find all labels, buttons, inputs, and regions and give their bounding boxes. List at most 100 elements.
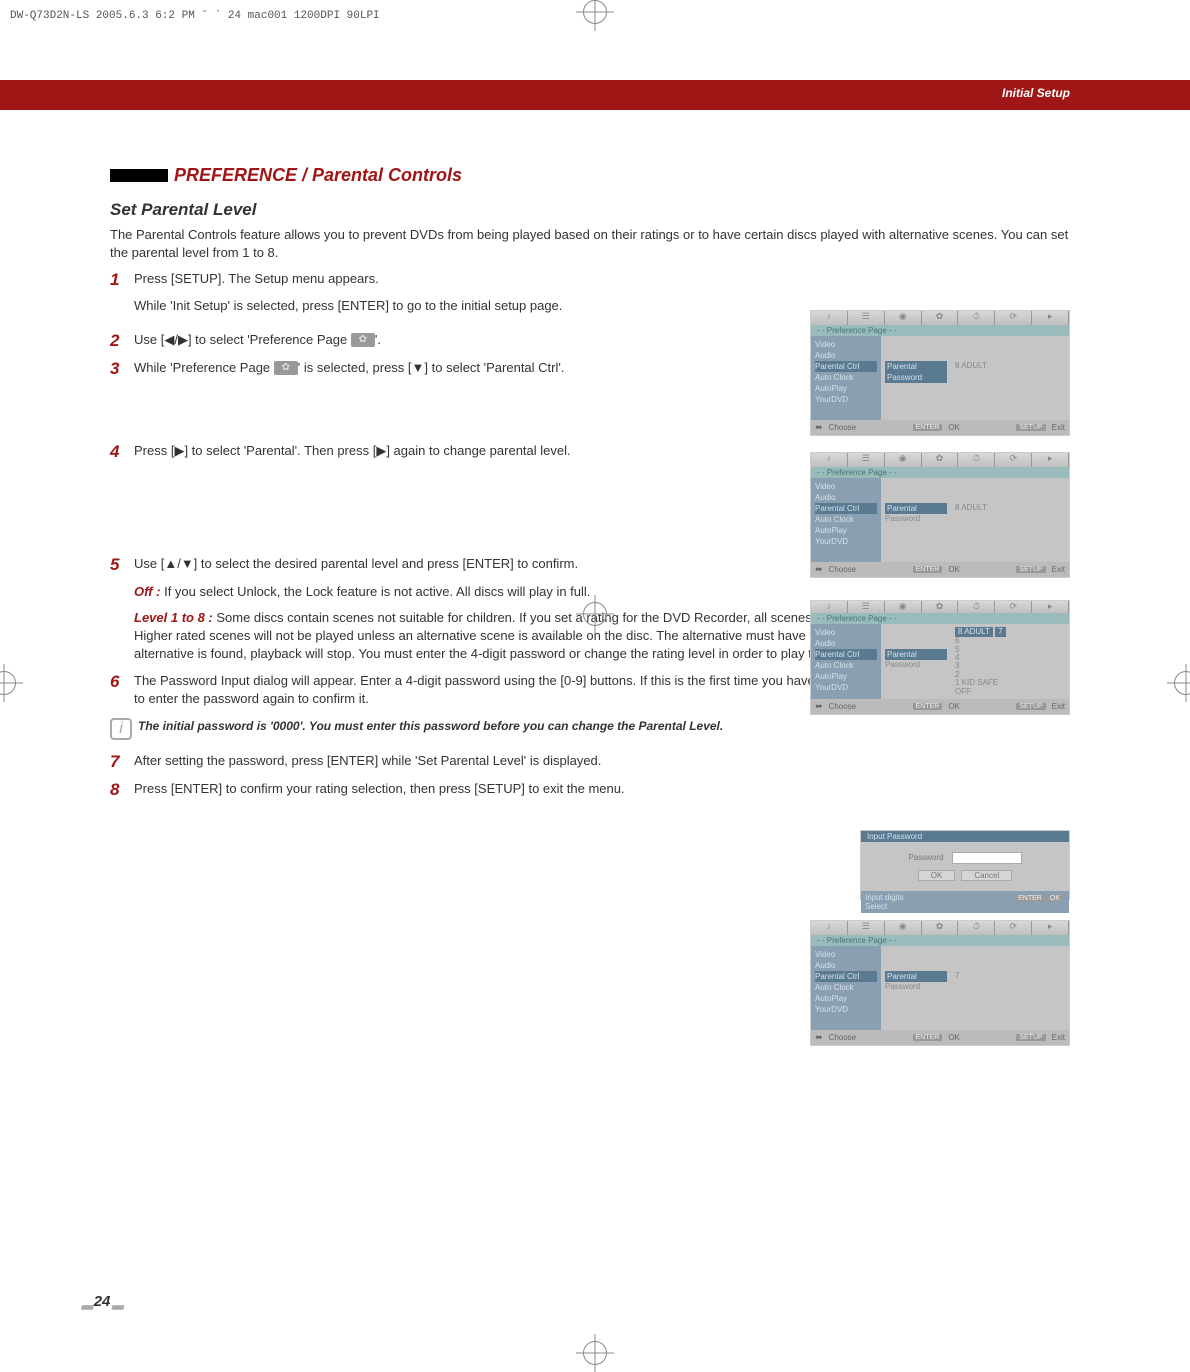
arrows-icon: ⬌ — [815, 1032, 823, 1043]
enter-key-icon: ENTER — [913, 566, 943, 573]
level-option: 4 — [955, 654, 1065, 662]
foot-ok: OK — [948, 565, 960, 574]
foot-choose: Choose — [829, 702, 857, 711]
setup-key-icon: SETUP — [1016, 703, 1045, 710]
side-item: Auto Clock — [815, 982, 877, 993]
step-7-text: After setting the password, press [ENTER… — [134, 752, 1070, 770]
crumb: - - Preference Page - - — [811, 467, 1069, 478]
note-text: The initial password is '0000'. You must… — [138, 718, 723, 734]
foot-ok: OK — [948, 1033, 960, 1042]
banner: Initial Setup — [0, 80, 1190, 110]
side-item: AutoPlay — [815, 671, 877, 682]
mid-item: Password — [885, 660, 947, 669]
step-8: 8 Press [ENTER] to confirm your rating s… — [110, 780, 1070, 800]
step-num: 7 — [110, 752, 134, 772]
step-7: 7 After setting the password, press [ENT… — [110, 752, 1070, 772]
side-item-selected: Parental Ctrl — [815, 971, 877, 982]
registration-mark-icon — [583, 602, 607, 626]
pw-ok: OK — [918, 870, 956, 881]
pw-hint1: Input digits — [865, 893, 904, 902]
enter-key-icon: ENTER — [913, 1034, 943, 1041]
arrows-icon: ⬌ — [815, 564, 823, 575]
level-option: 6 — [955, 637, 1065, 645]
level-option: OFF — [955, 688, 1065, 696]
crumb: - - Preference Page - - — [811, 613, 1069, 624]
level-option: 3 — [955, 662, 1065, 670]
side-item-selected: Parental Ctrl — [815, 649, 877, 660]
step-num: 6 — [110, 672, 134, 692]
step-num: 3 — [110, 359, 134, 379]
step-2-text-a: Use [◀/▶] to select 'Preference Page — [134, 332, 351, 347]
foot-exit: Exit — [1052, 1033, 1065, 1042]
enter-key-icon: ENTER — [913, 424, 943, 431]
section-title: PREFERENCE / Parental Controls — [174, 165, 462, 186]
pw-hint2: Select — [865, 902, 887, 911]
arrows-icon: ⬌ — [815, 422, 823, 433]
enter-key-icon: ENTER — [913, 703, 943, 710]
step-1-line1: Press [SETUP]. The Setup menu appears. — [134, 270, 1070, 288]
off-text: If you select Unlock, the Lock feature i… — [160, 584, 590, 599]
foot-exit: Exit — [1052, 565, 1065, 574]
level-option: 7 — [995, 627, 1005, 637]
content-area: PREFERENCE / Parental Controls Set Paren… — [110, 165, 1070, 808]
foot-choose: Choose — [829, 1033, 857, 1042]
mid-item: Password — [885, 514, 947, 523]
side-item: AutoPlay — [815, 993, 877, 1004]
side-item: AutoPlay — [815, 525, 877, 536]
step-num: 1 — [110, 270, 134, 290]
side-item-selected: Parental Ctrl — [815, 503, 877, 514]
osd-password-dialog: Input Password Password OKCancel Input d… — [860, 830, 1070, 900]
section-title-bar: PREFERENCE / Parental Controls — [110, 165, 1070, 186]
side-item: YourDVD — [815, 1004, 877, 1015]
side-item: Video — [815, 949, 877, 960]
foot-ok: OK — [948, 423, 960, 432]
setup-key-icon: SETUP — [1016, 566, 1045, 573]
pw-label: Password — [908, 853, 943, 862]
value: 8 ADULT — [955, 503, 1065, 512]
foot-choose: Choose — [829, 423, 857, 432]
crumb: - - Preference Page - - — [811, 325, 1069, 336]
side-item: YourDVD — [815, 536, 877, 547]
foot-exit: Exit — [1052, 423, 1065, 432]
side-item: Audio — [815, 638, 877, 649]
osd-pref-parental-ctrl: ♪☰◉✿⏱⟳▸ - - Preference Page - - Video Au… — [810, 310, 1070, 436]
gear-icon: ✿ — [351, 333, 375, 347]
mid-item-selected: Parental — [885, 503, 947, 514]
level-option: 1 KID SAFE — [955, 679, 1065, 687]
foot-exit: Exit — [1052, 702, 1065, 711]
side-item: Audio — [815, 492, 877, 503]
crumb: - - Preference Page - - — [811, 935, 1069, 946]
side-item-selected: Parental Ctrl — [815, 361, 877, 372]
title-marker — [110, 169, 168, 182]
step-2-text-b: '. — [375, 332, 381, 347]
print-header: DW-Q73D2N-LS 2005.6.3 6:2 PM ˘ ` 24 mac0… — [10, 10, 380, 22]
osd-pref-level-list: ♪☰◉✿⏱⟳▸ - - Preference Page - - Video Au… — [810, 600, 1070, 715]
foot-choose: Choose — [829, 565, 857, 574]
intro-text: The Parental Controls feature allows you… — [110, 226, 1070, 262]
step-num: 5 — [110, 555, 134, 575]
osd-pref-parental-selected: ♪☰◉✿⏱⟳▸ - - Preference Page - - Video Au… — [810, 452, 1070, 578]
step-num: 8 — [110, 780, 134, 800]
value: 8 ADULT — [955, 361, 1065, 370]
level-label: Level 1 to 8 : — [134, 610, 213, 625]
step-num: 2 — [110, 331, 134, 351]
side-item: Audio — [815, 960, 877, 971]
mid-item: Password — [885, 372, 947, 383]
side-item: Auto Clock — [815, 660, 877, 671]
registration-mark-icon — [583, 1341, 607, 1365]
enter-key-icon: ENTER — [1015, 895, 1045, 902]
pw-field — [952, 852, 1022, 864]
gear-icon: ✿ — [274, 361, 298, 375]
off-label: Off : — [134, 584, 160, 599]
level-option: 5 — [955, 646, 1065, 654]
side-item: YourDVD — [815, 682, 877, 693]
banner-label: Initial Setup — [1002, 86, 1070, 100]
step-3-text-b: ' is selected, press [▼] to select 'Pare… — [298, 360, 565, 375]
pw-ok-hint: OK — [1047, 895, 1063, 902]
note: i The initial password is '0000'. You mu… — [110, 718, 1070, 740]
step-num: 4 — [110, 442, 134, 462]
step-8-text: Press [ENTER] to confirm your rating sel… — [134, 780, 1070, 798]
level-option-selected: 8 ADULT — [955, 627, 993, 637]
arrows-icon: ⬌ — [815, 701, 823, 712]
mid-item-selected: Parental — [885, 649, 947, 660]
